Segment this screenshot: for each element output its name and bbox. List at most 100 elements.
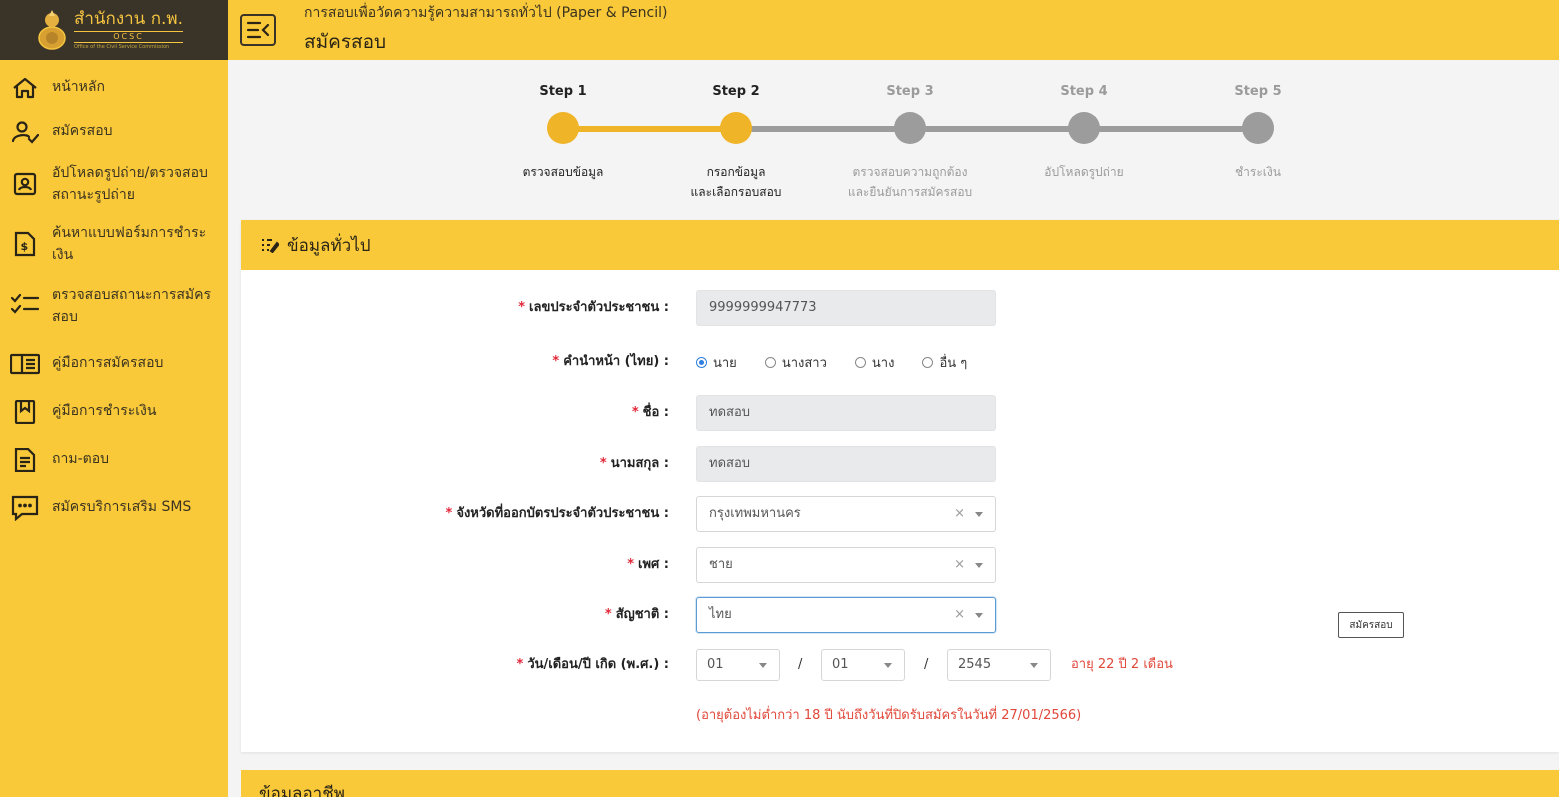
step-title: Step 3 [886,84,934,99]
main-content: Step 1 ตรวจสอบข้อมูล Step 2 กรอกข้อมูล แล… [228,60,1559,797]
title-prefix-radio-group: นาย นางสาว นาง อื่น ๆ [696,344,995,380]
photo-id-icon [10,170,40,198]
step-description: ชำระเงิน [1235,165,1281,179]
sidebar-item-home[interactable]: หน้าหลัก [0,66,228,112]
title-prefix-label: * คำนำหน้า (ไทย) : [552,354,669,369]
birth-year-select[interactable]: 2545 [947,649,1051,681]
sidebar-item-sms[interactable]: สมัครบริการเสริม SMS [0,490,228,538]
province-select[interactable]: กรุงเทพมหานคร × [696,496,996,532]
progress-stepper: Step 1 ตรวจสอบข้อมูล Step 2 กรอกข้อมูล แล… [228,60,1559,210]
ocsc-emblem-icon [36,8,68,52]
step-2: Step 2 กรอกข้อมูล และเลือกรอบสอบ [651,80,821,202]
date-separator: / [924,657,929,672]
home-icon [10,74,40,102]
first-name-row: * ชื่อ : ทดสอบ [241,395,1559,431]
chevron-down-icon [759,663,767,668]
radio-other[interactable]: อื่น ๆ [922,352,967,373]
chevron-down-icon [975,613,983,618]
step-title: Step 1 [539,84,587,99]
step-description: ตรวจสอบความถูกต้อง และยืนยันการสมัครสอบ [847,165,973,199]
last-name-row: * นามสกุล : ทดสอบ [241,446,1559,482]
sidebar-item-apply-manual[interactable]: คู่มือการสมัครสอบ [0,346,228,394]
step-3: Step 3 ตรวจสอบความถูกต้อง และยืนยันการสมั… [825,80,995,202]
gender-select[interactable]: ชาย × [696,547,996,583]
id-card-row: * เลขประจำตัวประชาชน : 9999999947773 [241,290,1559,326]
gender-row: * เพศ : ชาย × [241,547,1559,583]
sidebar-item-label: ตรวจสอบสถานะการสมัครสอบ [52,287,212,325]
menu-toggle-button[interactable] [240,14,276,46]
step-dot [720,112,752,144]
sidebar-item-label: ค้นหาแบบฟอร์มการชำระเงิน [52,225,207,263]
province-value: กรุงเทพมหานคร [709,506,801,521]
birthdate-label: * วัน/เดือน/ปี เกิด (พ.ศ.) : [516,657,669,672]
date-separator: / [798,657,803,672]
title-prefix-row: * คำนำหน้า (ไทย) : นาย นางสาว นาง อื่น ๆ [241,344,1559,380]
checklist-icon [10,290,40,318]
bookmark-icon [10,398,40,426]
sidebar-item-label: หน้าหลัก [52,79,105,95]
first-name-field[interactable]: ทดสอบ [696,395,996,431]
birth-month-select[interactable]: 01 [821,649,905,681]
clear-icon[interactable]: × [954,548,965,582]
sidebar-item-label: สมัครสอบ [52,123,113,139]
step-title: Step 4 [1060,84,1108,99]
menu-collapse-icon [246,21,270,39]
svg-text:$: $ [21,240,29,253]
logo[interactable]: สำนักงาน ก.พ. OCSC Office of the Civil S… [0,0,228,60]
step-5: Step 5 ชำระเงิน [1173,80,1343,182]
nationality-label: * สัญชาติ : [604,607,669,622]
card-header: ข้อมูลทั่วไป [241,220,1559,270]
last-name-field[interactable]: ทดสอบ [696,446,996,482]
sidebar-item-upload-photo[interactable]: อัปโหลดรูปถ่าย/ตรวจสอบสถานะรูปถ่าย [0,158,228,220]
birth-day-select[interactable]: 01 [696,649,780,681]
sidebar-item-payment-form[interactable]: $ ค้นหาแบบฟอร์มการชำระเงิน [0,220,228,282]
sidebar-item-label: สมัครบริการเสริม SMS [52,499,192,515]
clear-icon[interactable]: × [954,598,965,632]
step-description: ตรวจสอบข้อมูล [522,165,604,179]
step-dot [1242,112,1274,144]
sidebar-item-faq[interactable]: ถาม-ตอบ [0,442,228,490]
gender-value: ชาย [709,557,733,572]
page-subtitle: การสอบเพื่อวัดความรู้ความสามารถทั่วไป (P… [304,5,668,21]
step-dot [1068,112,1100,144]
radio-miss[interactable]: นางสาว [764,352,827,373]
sidebar-item-label: อัปโหลดรูปถ่าย/ตรวจสอบสถานะรูปถ่าย [52,165,208,203]
page-title: สมัครสอบ [304,31,387,53]
province-row: * จังหวัดที่ออกบัตรประจำตัวประชาชน : กรุง… [241,496,1559,532]
radio-unchecked-icon [854,356,866,368]
radio-mr[interactable]: นาย [696,352,737,373]
age-display: อายุ 22 ปี 2 เดือน [1071,657,1173,672]
step-title: Step 2 [712,84,760,99]
radio-unchecked-icon [764,356,776,368]
step-4: Step 4 อัปโหลดรูปถ่าย [999,80,1169,182]
radio-mrs[interactable]: นาง [854,352,894,373]
next-section-title: ข้อมูลอาชีพ [259,784,345,797]
step-dot [894,112,926,144]
clear-icon[interactable]: × [954,497,965,531]
radio-unchecked-icon [922,356,934,368]
sidebar-item-status[interactable]: ตรวจสอบสถานะการสมัครสอบ [0,282,228,346]
logo-abbr: OCSC [74,30,184,43]
chevron-down-icon [884,663,892,668]
step-title: Step 5 [1234,84,1282,99]
section-title: ข้อมูลทั่วไป [287,235,371,256]
step-dot [547,112,579,144]
last-name-label: * นามสกุล : [599,456,669,471]
logo-english-name: Office of the Civil Service Commission [74,43,170,50]
top-header: การสอบเพื่อวัดความรู้ความสามารถทั่วไป (P… [228,0,1559,60]
gender-label: * เพศ : [627,557,669,572]
step-1: Step 1 ตรวจสอบข้อมูล [478,80,648,182]
sidebar-item-payment-manual[interactable]: คู่มือการชำระเงิน [0,394,228,442]
id-card-field[interactable]: 9999999947773 [696,290,996,326]
nationality-select[interactable]: ไทย × [696,597,996,633]
chevron-down-icon [1030,663,1038,668]
id-card-label: * เลขประจำตัวประชาชน : [518,300,669,315]
book-icon [10,350,40,378]
chevron-down-icon [975,563,983,568]
payment-document-icon: $ [10,230,40,258]
step-description: อัปโหลดรูปถ่าย [1044,165,1124,179]
apply-exam-button[interactable]: สมัครสอบ [1338,612,1404,638]
sidebar-item-label: ถาม-ตอบ [52,451,110,467]
document-icon [10,446,40,474]
sidebar-item-apply[interactable]: สมัครสอบ [0,112,228,158]
